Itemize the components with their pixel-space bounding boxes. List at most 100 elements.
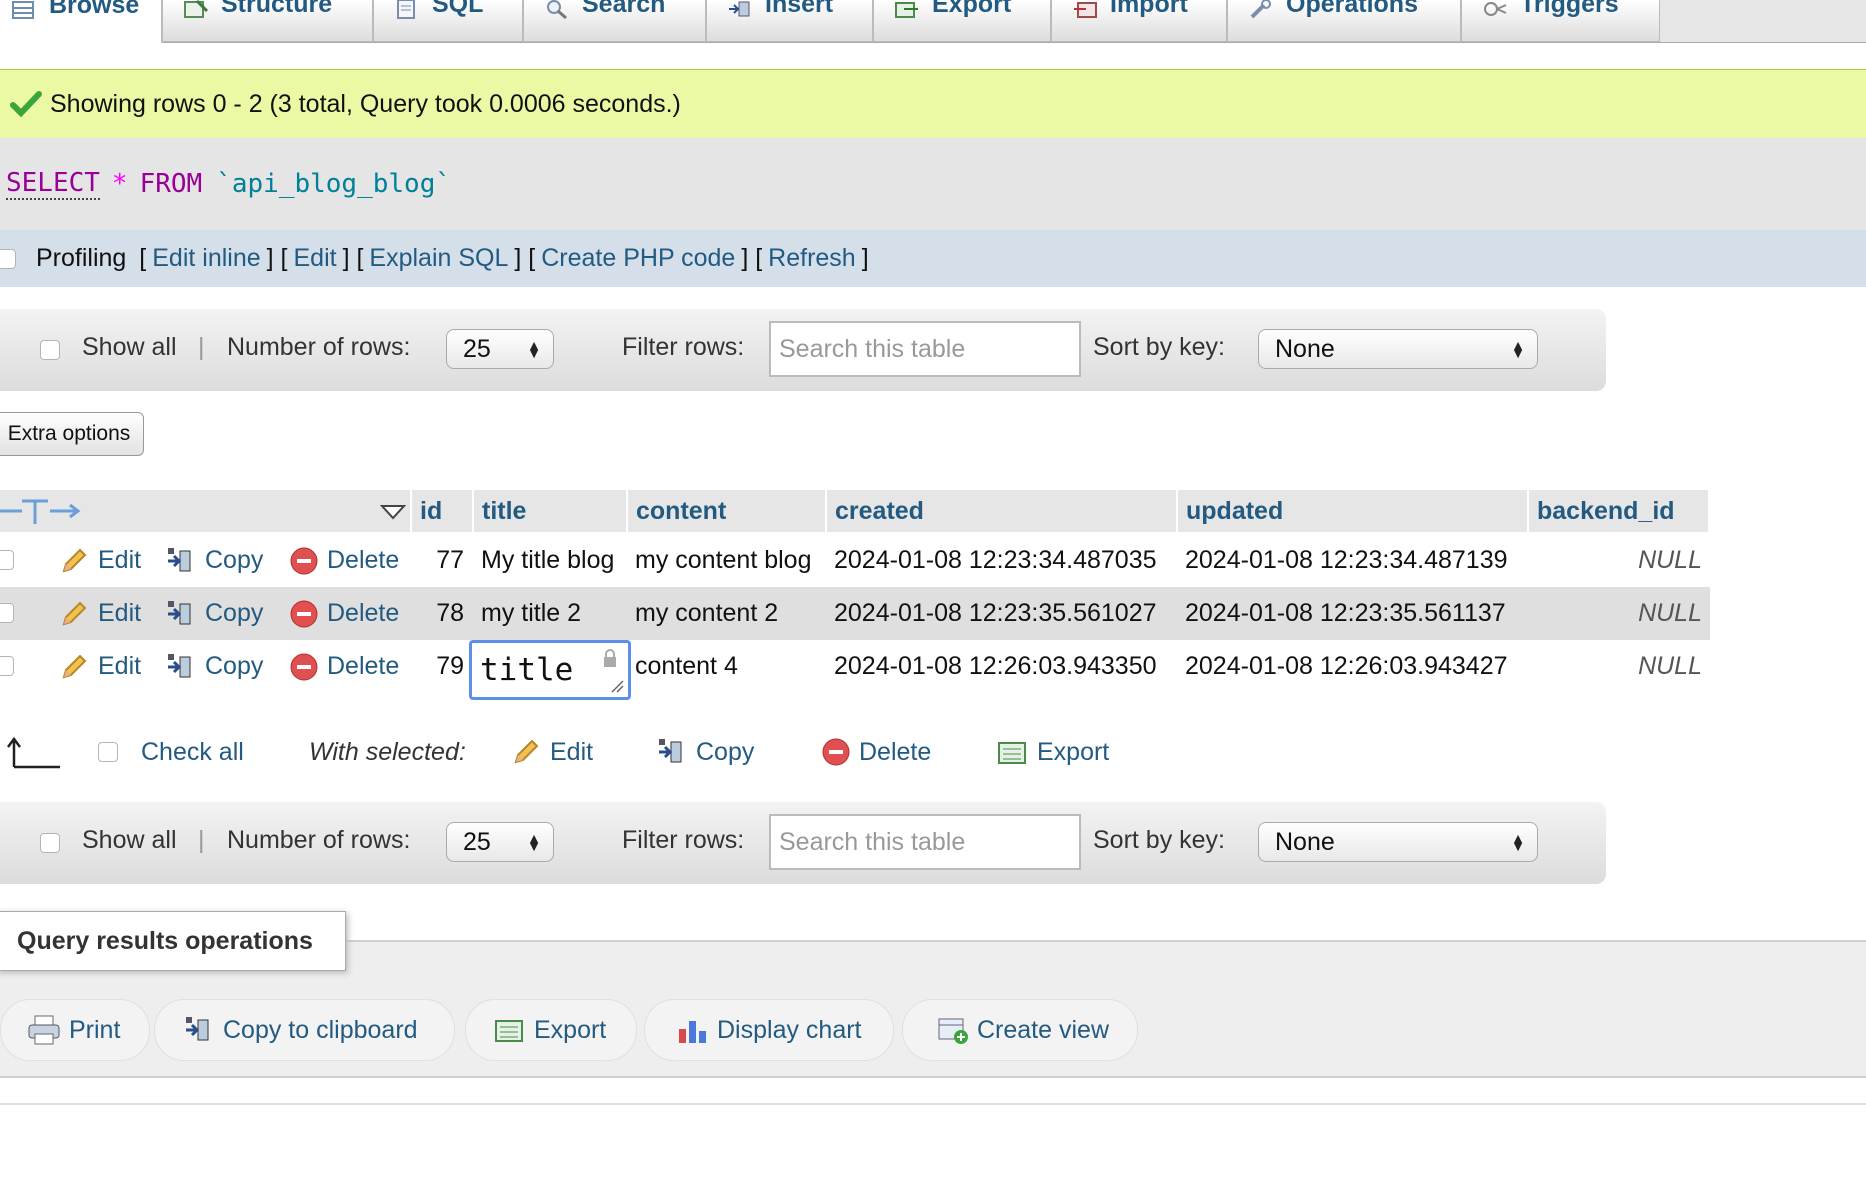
export-results-button[interactable]: Export (465, 999, 637, 1061)
cell-backend-id[interactable]: NULL (1529, 534, 1702, 587)
sql-query-box[interactable]: SELECT * FROM `api_blog_blog` (0, 138, 1866, 230)
cell-title[interactable]: My title blog (481, 534, 614, 587)
bulk-export-button[interactable]: Export (997, 730, 1109, 774)
export-results-label: Export (534, 1015, 607, 1044)
sql-star: * (111, 169, 128, 199)
row-edit-link[interactable]: Edit (58, 587, 141, 640)
sort-by-key-select[interactable]: None ▲ ▼ (1258, 329, 1538, 369)
show-all-checkbox[interactable] (40, 340, 60, 360)
tab-label: Export (932, 0, 1012, 18)
tab-triggers[interactable]: Triggers (1461, 0, 1660, 42)
row-delete-link[interactable]: Delete (289, 640, 399, 693)
cell-created[interactable]: 2024-01-08 12:26:03.943350 (834, 640, 1157, 693)
row-copy-link[interactable]: Copy (165, 587, 263, 640)
cell-created[interactable]: 2024-01-08 12:23:34.487035 (834, 534, 1157, 587)
tab-export[interactable]: Export (873, 0, 1051, 42)
bulk-delete-label: Delete (859, 737, 932, 766)
tab-search[interactable]: Search (523, 0, 706, 42)
column-header-title[interactable]: title (474, 490, 628, 532)
sort-by-key-select[interactable]: None ▲ ▼ (1258, 822, 1538, 862)
cell-title[interactable]: my title 2 (481, 587, 581, 640)
explain-sql-link[interactable]: Explain SQL (369, 244, 508, 273)
column-header-content[interactable]: content (628, 490, 827, 532)
tab-structure[interactable]: Structure (162, 0, 373, 42)
cell-content[interactable]: my content 2 (635, 587, 778, 640)
sql-keyword-from: FROM (139, 169, 203, 199)
edit-query-link[interactable]: Edit (293, 244, 336, 273)
row-edit-link[interactable]: Edit (58, 640, 141, 693)
cell-updated[interactable]: 2024-01-08 12:26:03.943427 (1185, 640, 1508, 693)
sql-table-name: `api_blog_blog` (216, 169, 452, 199)
row-delete-link[interactable]: Delete (289, 587, 399, 640)
create-view-button[interactable]: Create view (902, 999, 1138, 1061)
cell-updated[interactable]: 2024-01-08 12:23:35.561137 (1185, 587, 1506, 640)
number-of-rows-value: 25 (463, 334, 491, 363)
copy-to-clipboard-button[interactable]: Copy to clipboard (154, 999, 455, 1061)
column-label: title (482, 496, 527, 525)
profiling-checkbox[interactable] (0, 248, 16, 269)
bracket: ] [ (266, 244, 288, 272)
cell-backend-id[interactable]: NULL (1529, 640, 1702, 693)
tab-operations[interactable]: Operations (1227, 0, 1461, 42)
resize-handle-icon[interactable] (610, 679, 624, 693)
cell-created[interactable]: 2024-01-08 12:23:35.561027 (834, 587, 1157, 640)
bulk-copy-button[interactable]: Copy (656, 730, 754, 774)
cell-updated[interactable]: 2024-01-08 12:23:34.487139 (1185, 534, 1508, 587)
search-icon (547, 0, 567, 19)
cell-id[interactable]: 79 (412, 640, 464, 693)
navigation-panel-bottom: Show all | Number of rows: 25 ▲ ▼ Filter … (0, 802, 1606, 884)
row-copy-link[interactable]: Copy (165, 534, 263, 587)
column-header-created[interactable]: created (827, 490, 1178, 532)
column-header-backend-id[interactable]: backend_id (1529, 490, 1710, 532)
column-header-id[interactable]: id (412, 490, 474, 532)
row-edit-link[interactable]: Edit (58, 534, 141, 587)
copy-label: Copy (205, 599, 264, 627)
cell-id[interactable]: 77 (412, 534, 464, 587)
sql-icon (397, 0, 415, 19)
show-all-label: Show all (82, 826, 177, 854)
extra-options-button[interactable]: Extra options (0, 412, 144, 456)
cell-backend-id[interactable]: NULL (1529, 587, 1702, 640)
delete-icon (290, 547, 318, 574)
row-copy-link[interactable]: Copy (165, 640, 263, 693)
edit-inline-link[interactable]: Edit inline (152, 244, 260, 273)
check-all-checkbox[interactable] (98, 742, 118, 762)
number-of-rows-select[interactable]: 25 ▲ ▼ (446, 329, 554, 369)
tab-browse[interactable]: Browse (0, 0, 162, 43)
delete-icon (290, 653, 318, 680)
column-label: content (636, 496, 727, 525)
bulk-delete-button[interactable]: Delete (821, 730, 931, 774)
filter-rows-input[interactable]: Search this table (769, 321, 1081, 377)
cell-content[interactable]: content 4 (635, 640, 738, 693)
tab-sql[interactable]: SQL (373, 0, 523, 42)
check-all-link[interactable]: Check all (141, 730, 244, 774)
display-chart-button[interactable]: Display chart (644, 999, 894, 1061)
cell-id[interactable]: 78 (412, 587, 464, 640)
filter-rows-input[interactable]: Search this table (769, 814, 1081, 870)
create-view-icon (938, 1018, 968, 1044)
full-text-toggle-icon[interactable] (0, 496, 86, 526)
create-php-code-link[interactable]: Create PHP code (541, 244, 735, 273)
tab-import[interactable]: Import (1051, 0, 1227, 42)
print-button[interactable]: Print (0, 999, 150, 1061)
number-of-rows-select[interactable]: 25 ▲ ▼ (446, 822, 554, 862)
edit-label: Edit (98, 546, 142, 574)
cell-content[interactable]: my content blog (635, 534, 812, 587)
sql-keyword-select[interactable]: SELECT (6, 168, 100, 200)
row-checkbox[interactable] (0, 550, 14, 570)
bulk-edit-button[interactable]: Edit (510, 730, 593, 774)
row-checkbox[interactable] (0, 603, 14, 623)
inline-edit-textarea[interactable]: title (469, 640, 631, 700)
row-delete-link[interactable]: Delete (289, 534, 399, 587)
row-checkbox[interactable] (0, 656, 14, 676)
column-header-updated[interactable]: updated (1178, 490, 1529, 532)
sort-dropdown-icon[interactable] (380, 504, 406, 520)
show-all-checkbox[interactable] (40, 833, 60, 853)
bracket: ] [ (741, 244, 763, 272)
refresh-link[interactable]: Refresh (768, 244, 856, 273)
tab-label: Structure (221, 0, 333, 18)
export-icon (495, 1020, 523, 1042)
pencil-icon (62, 654, 87, 678)
table-row: Edit Copy Delete 78 my title 2 my conten… (0, 587, 1710, 640)
tab-insert[interactable]: Insert (706, 0, 873, 42)
